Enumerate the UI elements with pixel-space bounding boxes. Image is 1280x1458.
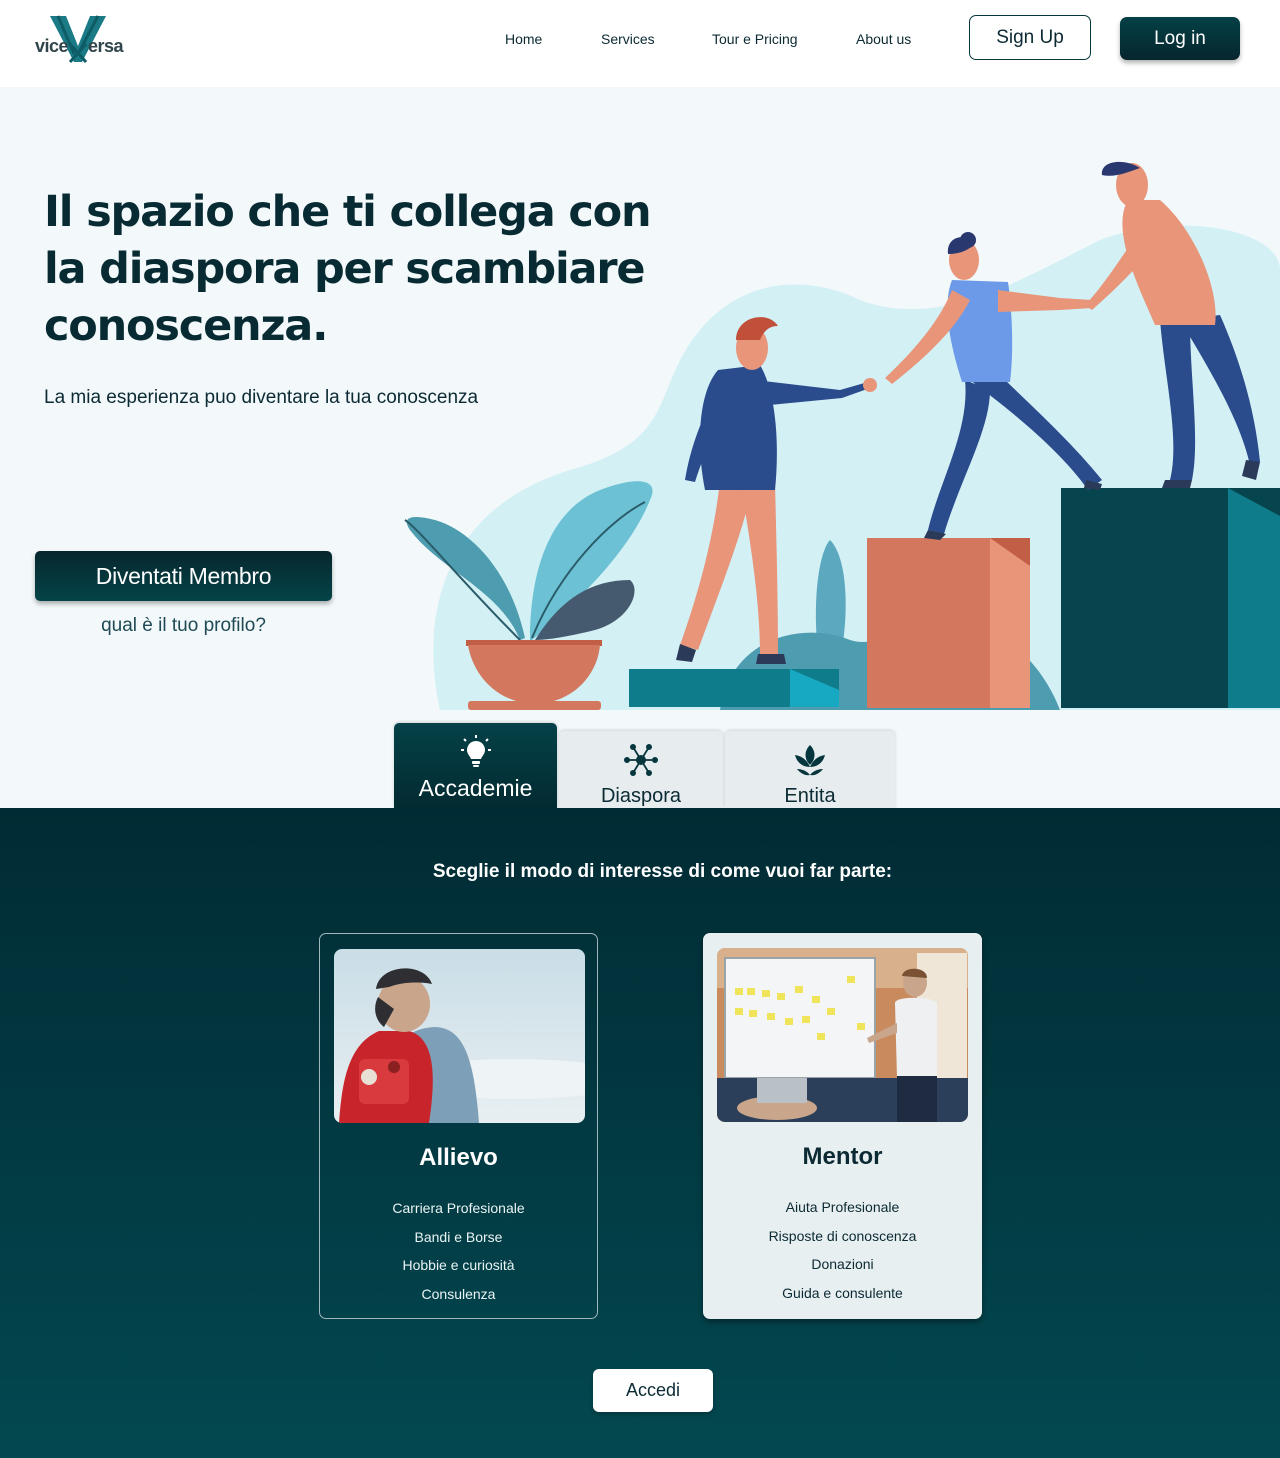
tab-label-entita: Entita [784,785,836,807]
list-item: Hobbie e curiosità [402,1257,515,1273]
list-item: Risposte di conoscenza [768,1227,917,1244]
list-item: Guida e consulente [782,1284,903,1301]
list-item: Bandi e Borse [414,1228,503,1245]
mentor-whiteboard-image [717,948,968,1122]
nav-about-us[interactable]: About us [856,31,911,47]
leaf-icon [795,745,825,776]
mentor-features-list: Aiuta Profesionale Risposte di conoscenz… [703,1193,982,1307]
vice-versa-logo[interactable]: vice ersa [34,14,124,66]
list-item: Carriera Profesionale [392,1200,525,1216]
tab-label-diaspora: Diaspora [600,785,682,807]
section-title: Sceglie il modo di interesse di come vuo… [432,861,893,882]
student-backpack-image [334,949,585,1123]
accedi-button[interactable]: Accedi [593,1369,713,1412]
network-icon [624,744,658,776]
profile-question-link[interactable]: qual è il tuo profilo? [35,615,332,637]
list-item: Donazioni [811,1256,874,1272]
tab-diaspora[interactable]: Diaspora [559,731,723,809]
card-allievo[interactable]: Allievo Carriera Profesionale Bandi e Bo… [319,933,598,1319]
tab-label-accademie: Accademie [418,775,533,801]
tab-accademie[interactable]: Accademie [394,723,557,809]
card-mentor[interactable]: Mentor Aiuta Profesionale Risposte di co… [703,933,982,1319]
teamwork-illustration [404,161,1280,710]
card-title-allievo: Allievo [419,1144,498,1171]
log-in-button[interactable]: Log in [1120,17,1240,60]
list-item: Consulenza [421,1285,496,1302]
tab-entita[interactable]: Entita [725,731,895,809]
card-title-mentor: Mentor [802,1143,883,1170]
list-item: Aiuta Profesionale [785,1199,900,1215]
header: vice ersa Home Services Tour e Pricing A… [0,0,1280,87]
profile-selection-section: Sceglie il modo di interesse di come vuo… [0,808,1280,1458]
nav-services[interactable]: Services [601,31,655,47]
allievo-features-list: Carriera Profesionale Bandi e Borse Hobb… [320,1194,597,1308]
become-member-button[interactable]: Diventati Membro [35,551,332,601]
lightbulb-icon [460,735,491,767]
nav-tour-pricing[interactable]: Tour e Pricing [712,31,798,47]
logo-text-ersa: ersa [88,36,124,56]
sign-up-button[interactable]: Sign Up [969,15,1091,60]
logo-text-vice: vice [35,36,69,56]
nav-home[interactable]: Home [505,31,542,47]
